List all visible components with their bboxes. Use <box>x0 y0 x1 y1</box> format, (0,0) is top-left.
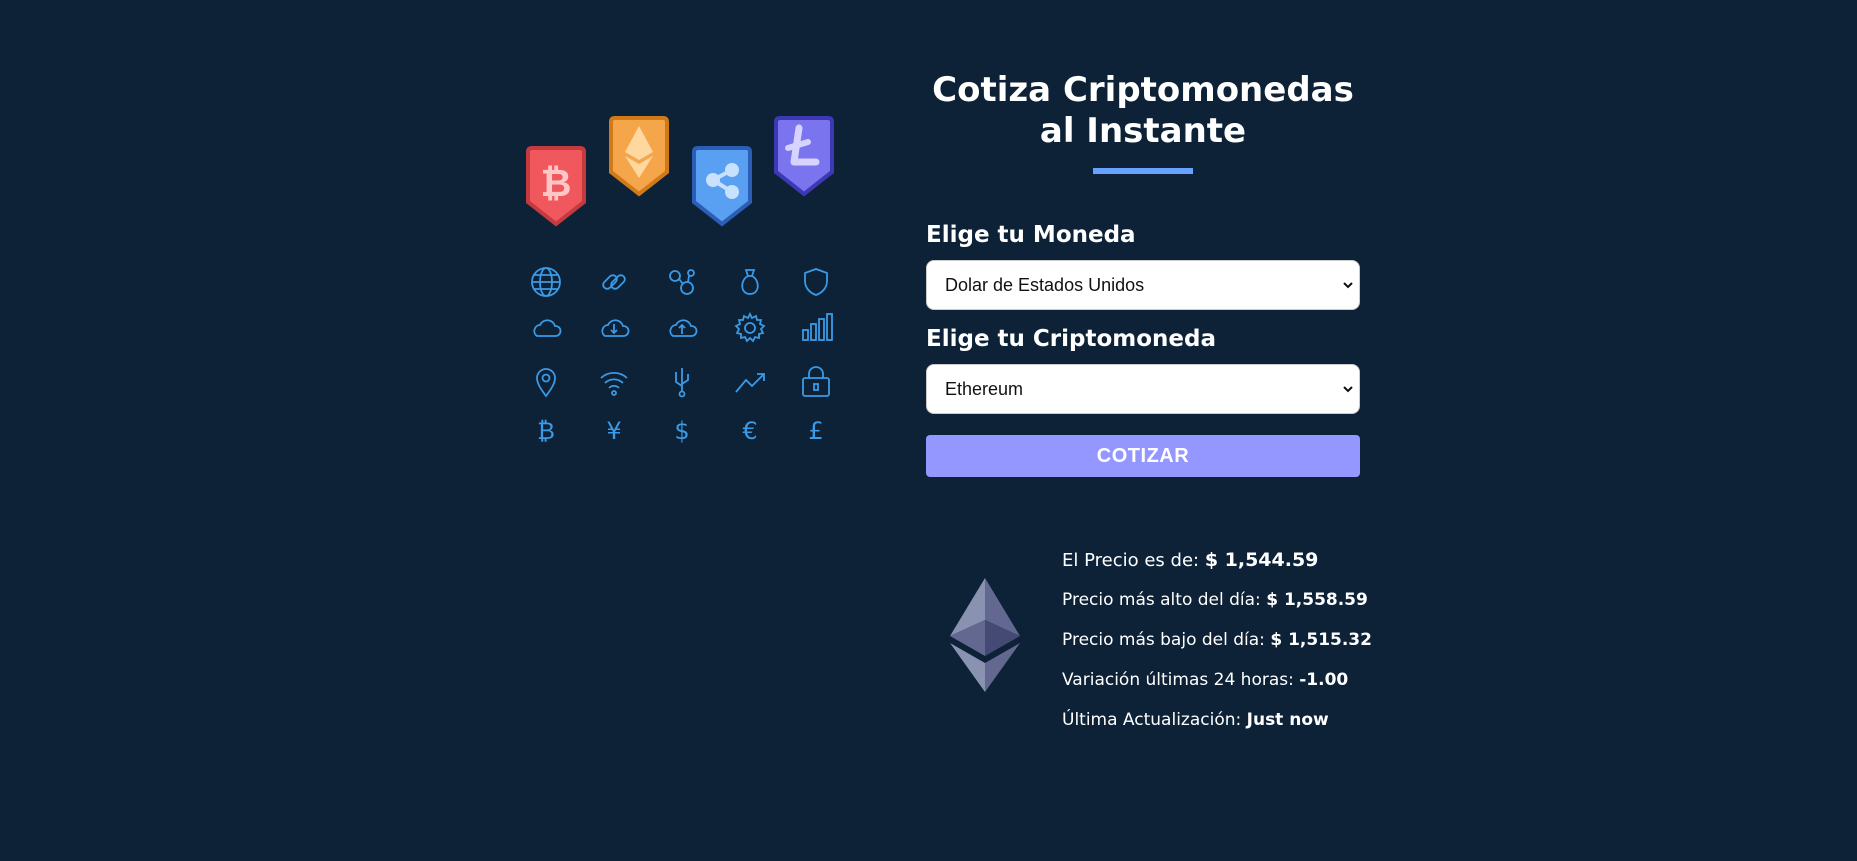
shield-icon <box>798 264 834 300</box>
change-label: Variación últimas 24 horas: <box>1062 670 1300 690</box>
pound-icon: £ <box>798 412 834 448</box>
cloud-download-icon <box>596 310 632 346</box>
high-label: Precio más alto del día: <box>1062 590 1267 610</box>
title-underline <box>1093 168 1193 174</box>
dollar-icon: $ <box>664 412 700 448</box>
updated-row: Última Actualización: Just now <box>1062 700 1372 740</box>
svg-text:£: £ <box>808 417 823 445</box>
quote-result: El Precio es de: $ 1,544.59 Precio más a… <box>926 540 1386 740</box>
low-value: $ 1,515.32 <box>1270 630 1372 650</box>
updated-label: Última Actualización: <box>1062 710 1247 730</box>
price-row: El Precio es de: $ 1,544.59 <box>1062 540 1372 580</box>
chevron-down-icon <box>1343 282 1353 289</box>
nodes-icon <box>664 264 700 300</box>
high-row: Precio más alto del día: $ 1,558.59 <box>1062 580 1372 620</box>
bitcoin-badge-icon: ₿ <box>524 142 588 228</box>
low-row: Precio más bajo del día: $ 1,515.32 <box>1062 620 1372 660</box>
usb-icon <box>664 364 700 400</box>
cloud-icon <box>528 310 564 346</box>
svg-text:¥: ¥ <box>606 417 621 445</box>
padlock-icon <box>798 364 834 400</box>
quote-form-panel: Cotiza Criptomonedas al Instante Elige t… <box>926 70 1360 477</box>
quote-details: El Precio es de: $ 1,544.59 Precio más a… <box>1062 540 1372 740</box>
globe-icon <box>528 264 564 300</box>
currency-select[interactable]: Dolar de Estados Unidos <box>926 260 1360 310</box>
low-label: Precio más bajo del día: <box>1062 630 1271 650</box>
money-bag-icon <box>732 264 768 300</box>
svg-text:₿: ₿ <box>537 417 555 445</box>
bitcoin-icon: ₿ <box>528 412 564 448</box>
svg-text:₿: ₿ <box>541 161 572 205</box>
crypto-illustration: ₿ ₿ ¥ $ € £ <box>520 108 840 458</box>
gear-icon <box>732 310 768 346</box>
currency-label: Elige tu Moneda <box>926 222 1136 248</box>
crypto-label: Elige tu Criptomoneda <box>926 326 1217 352</box>
crypto-select-value: Ethereum <box>945 378 1024 399</box>
link-icon <box>596 264 632 300</box>
chevron-down-icon <box>1343 386 1353 393</box>
price-value: $ 1,544.59 <box>1204 549 1319 571</box>
updated-value: Just now <box>1246 710 1329 730</box>
map-pin-icon <box>528 364 564 400</box>
svg-text:$: $ <box>674 417 689 445</box>
cotizar-button[interactable]: COTIZAR <box>926 435 1360 477</box>
page-title: Cotiza Criptomonedas al Instante <box>932 70 1354 151</box>
ethereum-logo-icon <box>950 578 1020 692</box>
currency-select-value: Dolar de Estados Unidos <box>945 274 1145 295</box>
ethereum-badge-icon <box>607 112 671 198</box>
high-value: $ 1,558.59 <box>1266 590 1368 610</box>
litecoin-badge-icon <box>772 112 836 198</box>
crypto-select[interactable]: Ethereum <box>926 364 1360 414</box>
yen-icon: ¥ <box>596 412 632 448</box>
change-value: -1.00 <box>1299 670 1349 690</box>
ripple-badge-icon <box>690 142 754 228</box>
wifi-icon <box>596 364 632 400</box>
cloud-upload-icon <box>664 310 700 346</box>
bar-chart-icon <box>798 310 834 346</box>
trend-up-icon <box>732 364 768 400</box>
euro-icon: € <box>732 412 768 448</box>
change-row: Variación últimas 24 horas: -1.00 <box>1062 660 1372 700</box>
price-label: El Precio es de: <box>1062 550 1205 571</box>
svg-text:€: € <box>742 417 757 445</box>
